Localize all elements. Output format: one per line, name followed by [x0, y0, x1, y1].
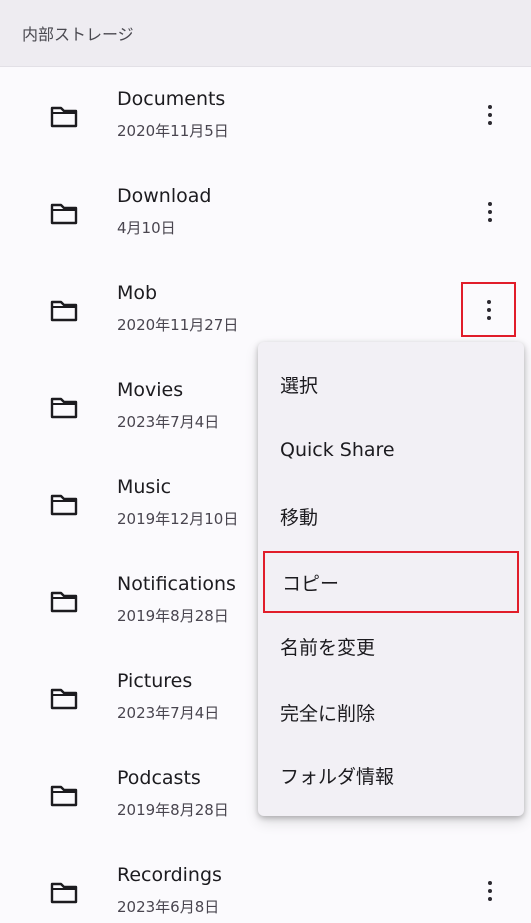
- folder-icon: [50, 785, 78, 807]
- menu-item-rename[interactable]: 名前を変更: [258, 614, 524, 678]
- menu-item-label: コピー: [282, 572, 340, 595]
- folder-icon: [50, 203, 78, 225]
- folder-date: 2020年11月27日: [117, 316, 239, 334]
- menu-item-quick-share[interactable]: Quick Share: [258, 418, 524, 482]
- menu-item-label: 完全に削除: [280, 702, 376, 725]
- more-vert-icon: [488, 105, 492, 125]
- more-options-button[interactable]: [461, 282, 516, 337]
- folder-name: Pictures: [117, 670, 193, 692]
- more-vert-icon: [488, 202, 492, 222]
- folder-name: Music: [117, 476, 172, 498]
- folder-date: 2023年6月8日: [117, 898, 220, 916]
- menu-item-folder-info[interactable]: フォルダ情報: [258, 743, 524, 807]
- folder-date: 2019年12月10日: [117, 510, 239, 528]
- folder-icon: [50, 688, 78, 710]
- menu-item-select[interactable]: 選択: [258, 352, 524, 416]
- menu-item-label: フォルダ情報: [280, 765, 395, 788]
- folder-icon: [50, 106, 78, 128]
- folder-date: 2023年7月4日: [117, 704, 220, 722]
- folder-date: 2020年11月5日: [117, 122, 229, 140]
- more-options-button[interactable]: [466, 867, 514, 915]
- folder-name: Download: [117, 185, 212, 207]
- menu-item-label: 名前を変更: [280, 636, 376, 659]
- context-menu: 選択 Quick Share 移動 コピー 名前を変更 完全に削除 フォルダ情報: [258, 342, 524, 816]
- folder-name: Recordings: [117, 864, 222, 886]
- more-vert-icon: [488, 881, 492, 901]
- menu-item-move[interactable]: 移動: [258, 484, 524, 548]
- menu-item-label: Quick Share: [280, 439, 395, 461]
- folder-icon: [50, 591, 78, 613]
- folder-date: 2019年8月28日: [117, 607, 229, 625]
- folder-date: 4月10日: [117, 219, 176, 237]
- more-vert-icon: [486, 299, 491, 320]
- header-bar: 内部ストレージ: [0, 0, 531, 67]
- folder-name: Podcasts: [117, 767, 201, 789]
- page-title: 内部ストレージ: [22, 25, 134, 44]
- menu-item-label: 選択: [280, 374, 319, 397]
- folder-row-recordings[interactable]: Recordings 2023年6月8日: [0, 842, 531, 923]
- menu-item-delete[interactable]: 完全に削除: [258, 680, 524, 744]
- folder-row-download[interactable]: Download 4月10日: [0, 163, 531, 260]
- folder-name: Mob: [117, 282, 158, 304]
- folder-name: Documents: [117, 88, 226, 110]
- folder-icon: [50, 494, 78, 516]
- more-options-button[interactable]: [466, 188, 514, 236]
- folder-name: Notifications: [117, 573, 236, 595]
- folder-icon: [50, 300, 78, 322]
- folder-icon: [50, 397, 78, 419]
- menu-item-label: 移動: [280, 506, 319, 529]
- menu-item-copy[interactable]: コピー: [263, 551, 519, 613]
- folder-row-documents[interactable]: Documents 2020年11月5日: [0, 66, 531, 163]
- folder-name: Movies: [117, 379, 184, 401]
- more-options-button[interactable]: [466, 91, 514, 139]
- folder-date: 2019年8月28日: [117, 801, 229, 819]
- folder-icon: [50, 882, 78, 904]
- folder-date: 2023年7月4日: [117, 413, 220, 431]
